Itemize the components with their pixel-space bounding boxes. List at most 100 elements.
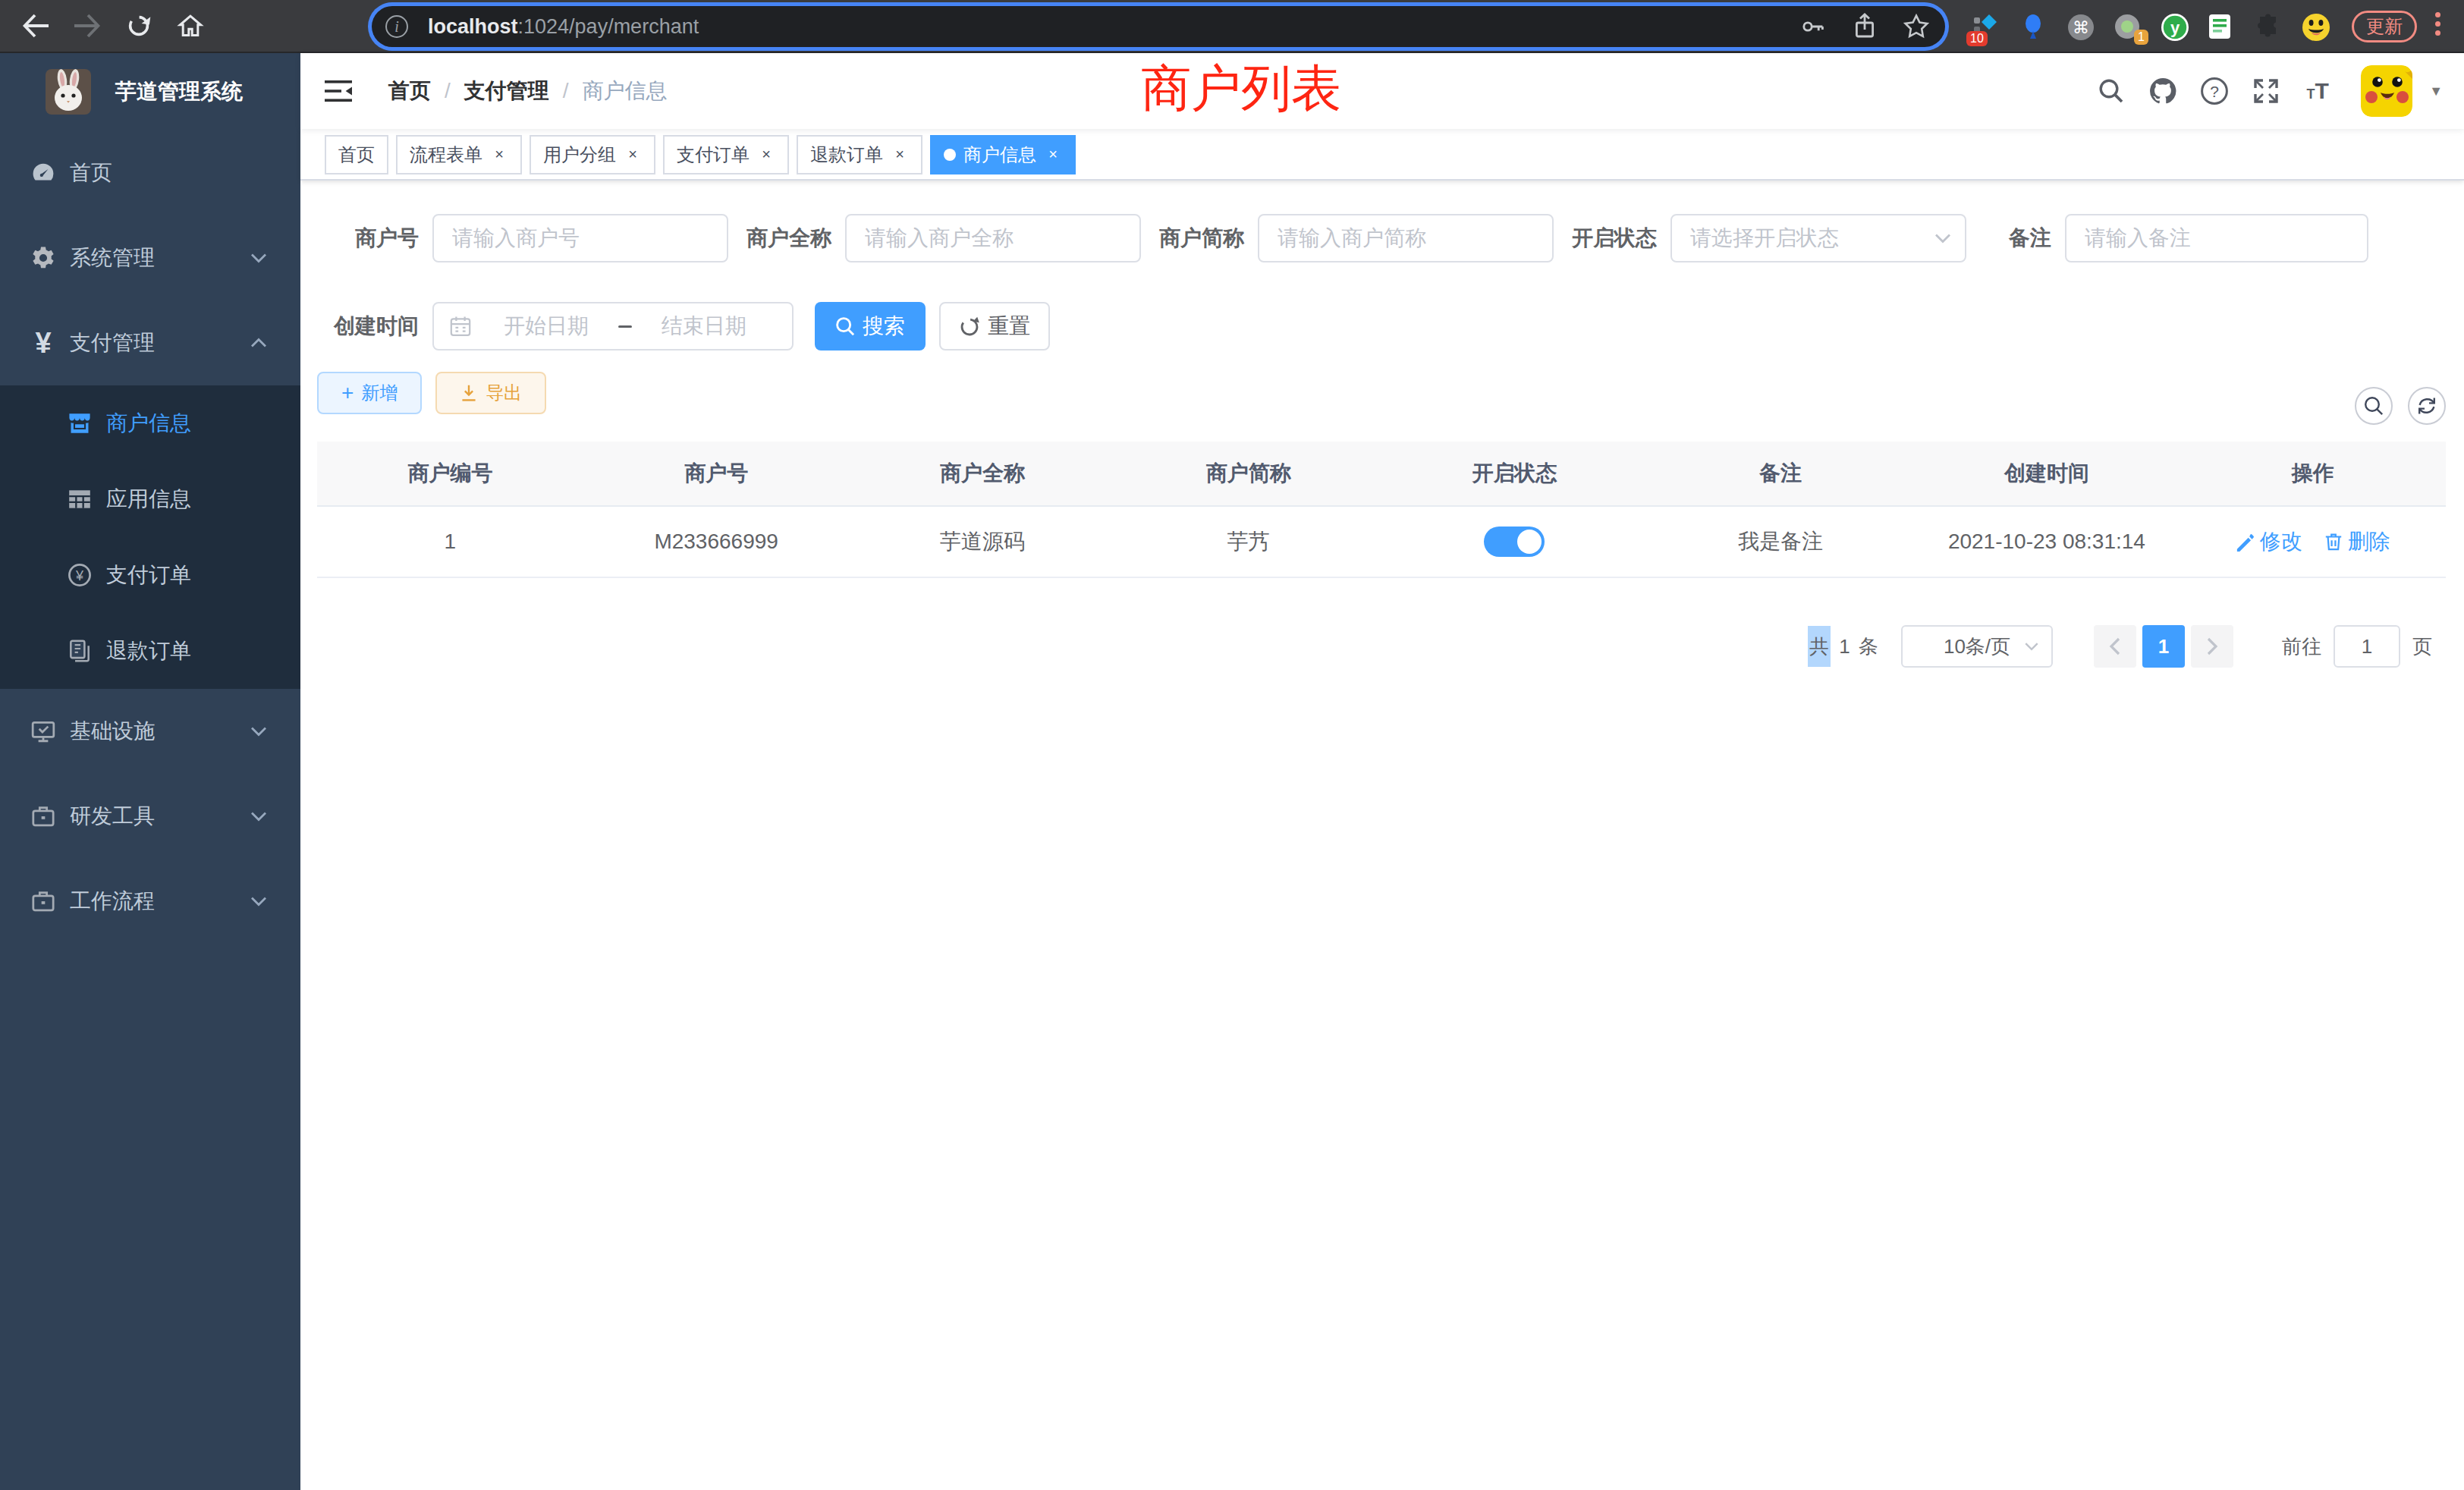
filter-label: 商户全称 (728, 224, 831, 253)
chevron-down-icon (250, 253, 267, 263)
sidebar-item-label: 退款订单 (106, 637, 191, 665)
tab-refund-order[interactable]: 退款订单× (797, 135, 922, 174)
create-time-range[interactable]: 开始日期 结束日期 (432, 302, 794, 350)
status-toggle[interactable] (1484, 527, 1545, 557)
browser-forward-icon[interactable] (71, 10, 103, 42)
github-icon[interactable] (2148, 77, 2177, 105)
app-logo[interactable]: 芋道管理系统 (0, 53, 300, 130)
sidebar-item-home[interactable]: 首页 (0, 130, 300, 215)
fullscreen-icon[interactable] (2252, 77, 2280, 105)
sidebar-item-system[interactable]: 系统管理 (0, 215, 300, 300)
extensions-area: 10 ⌘ 1 y (1972, 0, 2329, 53)
sidebar-item-devtools[interactable]: 研发工具 (0, 774, 300, 859)
sidebar-item-pay-order[interactable]: ¥ 支付订单 (0, 537, 300, 613)
sidebar-item-workflow[interactable]: 工作流程 (0, 859, 300, 944)
filter-label: 备注 (1966, 224, 2051, 253)
password-key-icon[interactable] (1799, 13, 1827, 40)
short-name-input[interactable] (1258, 214, 1554, 262)
svg-text:⌘: ⌘ (2073, 18, 2089, 37)
chevron-down-icon (250, 896, 267, 907)
filter-label: 商户简称 (1141, 224, 1244, 253)
tab-pay-order[interactable]: 支付订单× (663, 135, 789, 174)
close-icon[interactable]: × (1044, 146, 1062, 164)
close-icon[interactable]: × (891, 146, 909, 164)
filter-label: 商户号 (317, 224, 419, 253)
col-merchant-id: 商户编号 (317, 459, 583, 488)
page-size-select[interactable]: 10条/页 (1901, 625, 2053, 668)
browser-reload-icon[interactable] (123, 10, 155, 42)
search-button[interactable]: 搜索 (815, 302, 926, 350)
delete-link[interactable]: 删除 (2324, 527, 2390, 556)
prev-page-button[interactable] (2094, 625, 2136, 668)
refresh-button[interactable] (2408, 387, 2446, 425)
yen-icon: ¥ (30, 328, 56, 357)
chevron-down-icon (250, 726, 267, 737)
extension-doc-icon[interactable] (2208, 13, 2235, 40)
close-icon[interactable]: × (624, 146, 642, 164)
extension-circle-icon[interactable]: 1 (2114, 13, 2141, 40)
tab-home[interactable]: 首页 (325, 135, 388, 174)
breadcrumb: 首页 / 支付管理 / 商户信息 (388, 77, 668, 105)
toggle-search-button[interactable] (2355, 387, 2393, 425)
cell-full-name: 芋道源码 (850, 527, 1116, 556)
address-bar[interactable]: i localhost:1024/pay/merchant (372, 6, 1945, 47)
jump-page-input[interactable] (2334, 625, 2400, 668)
sidebar-item-infra[interactable]: 基础设施 (0, 689, 300, 774)
sidebar-item-label: 商户信息 (106, 409, 191, 438)
sidebar-item-refund-order[interactable]: 退款订单 (0, 613, 300, 689)
export-button[interactable]: 导出 (435, 372, 546, 414)
cell-merchant-id: 1 (317, 530, 583, 554)
bookmark-star-icon[interactable] (1903, 13, 1930, 40)
tab-process-form[interactable]: 流程表单× (396, 135, 522, 174)
browser-back-icon[interactable] (20, 10, 52, 42)
user-avatar[interactable] (2361, 65, 2412, 117)
sidebar: 芋道管理系统 首页 系统管理 ¥ 支付管理 商户信息 应用信息 (0, 53, 300, 1490)
breadcrumb-pay[interactable]: 支付管理 (464, 77, 549, 105)
end-date-input[interactable]: 结束日期 (639, 312, 769, 341)
help-icon[interactable]: ? (2200, 77, 2229, 105)
col-remark: 备注 (1648, 459, 1914, 488)
sidebar-item-merchant-info[interactable]: 商户信息 (0, 385, 300, 461)
extension-balloon-icon[interactable] (2019, 13, 2047, 40)
table-row: 1 M233666999 芋道源码 芋艿 我是备注 2021-10-23 08:… (317, 507, 2446, 578)
browser-home-icon[interactable] (174, 10, 206, 42)
close-icon[interactable]: × (757, 146, 775, 164)
filter-label: 创建时间 (317, 312, 419, 341)
chrome-update-button[interactable]: 更新 (2352, 11, 2417, 42)
sidebar-item-label: 研发工具 (70, 802, 155, 831)
site-info-icon[interactable]: i (385, 15, 408, 38)
header-search-icon[interactable] (2097, 77, 2126, 105)
sidebar-item-app-info[interactable]: 应用信息 (0, 461, 300, 537)
edit-link[interactable]: 修改 (2236, 527, 2302, 556)
cell-remark: 我是备注 (1648, 527, 1914, 556)
extension-puzzle-icon[interactable] (2255, 13, 2282, 40)
col-create-time: 创建时间 (1914, 459, 2180, 488)
start-date-input[interactable]: 开始日期 (481, 312, 611, 341)
next-page-button[interactable] (2191, 625, 2233, 668)
briefcase-icon (30, 803, 56, 829)
chrome-menu-icon[interactable] (2435, 12, 2441, 36)
screen: i localhost:1024/pay/merchant 10 (0, 0, 2464, 1490)
add-button[interactable]: +新增 (317, 372, 422, 414)
extension-y-icon[interactable]: y (2161, 13, 2188, 40)
full-name-input[interactable] (845, 214, 1141, 262)
extension-emoji-icon[interactable] (2302, 13, 2329, 40)
breadcrumb-home[interactable]: 首页 (388, 77, 431, 105)
share-icon[interactable] (1853, 13, 1877, 40)
tab-merchant-info[interactable]: 商户信息× (930, 135, 1076, 174)
remark-input[interactable] (2065, 214, 2368, 262)
extension-badge: 10 (1966, 31, 1988, 46)
close-icon[interactable]: × (490, 146, 508, 164)
tab-user-group[interactable]: 用户分组× (530, 135, 655, 174)
extension-command-icon[interactable]: ⌘ (2066, 13, 2094, 40)
url-text[interactable]: localhost:1024/pay/merchant (428, 15, 1799, 39)
merchant-no-input[interactable] (432, 214, 728, 262)
page-1-button[interactable]: 1 (2142, 625, 2185, 668)
avatar-caret-icon[interactable]: ▼ (2429, 83, 2443, 99)
sidebar-item-pay[interactable]: ¥ 支付管理 (0, 300, 300, 385)
status-select[interactable]: 请选择开启状态 (1670, 214, 1966, 262)
reset-button[interactable]: 重置 (939, 302, 1050, 350)
font-size-icon[interactable]: TT (2303, 77, 2332, 105)
extension-diamond-icon[interactable]: 10 (1972, 13, 2000, 40)
hamburger-icon[interactable] (325, 79, 352, 103)
